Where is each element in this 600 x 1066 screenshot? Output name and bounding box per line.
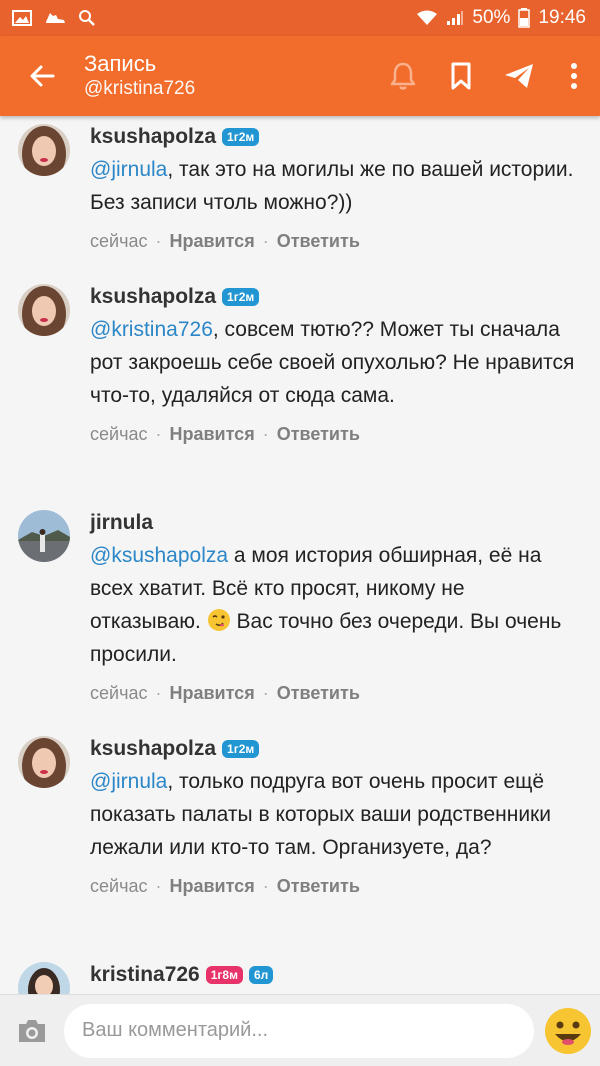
back-button[interactable] xyxy=(0,36,84,116)
comment-input[interactable] xyxy=(64,1003,534,1058)
mention-link[interactable]: @jirnula xyxy=(90,158,167,181)
app-bar: Запись @kristina726 xyxy=(0,36,600,116)
clock: 19:46 xyxy=(538,7,586,28)
more-vert-icon xyxy=(571,63,577,89)
comment-author[interactable]: ksushapolza xyxy=(90,285,216,309)
comment-text: @jirnula, так это на могилы же по вашей … xyxy=(90,158,574,214)
battery-icon xyxy=(518,8,531,28)
status-bar: 50% 19:46 xyxy=(0,0,600,36)
avatar[interactable] xyxy=(18,124,70,176)
mention-link[interactable]: @ksushapolza xyxy=(90,544,228,567)
image-icon xyxy=(12,10,32,26)
comment-time: сейчас xyxy=(90,683,148,703)
bookmark-icon xyxy=(451,62,471,90)
header-titles: Запись @kristina726 xyxy=(84,51,374,101)
bell-icon xyxy=(390,62,416,90)
arrow-left-icon xyxy=(30,65,55,87)
comment-text: @ksushapolza а моя история обширная, её … xyxy=(90,544,562,666)
page-subtitle: @kristina726 xyxy=(84,78,196,99)
attach-photo-button[interactable] xyxy=(0,995,64,1066)
signal-icon xyxy=(447,11,464,25)
reply-button[interactable]: Ответить xyxy=(277,231,360,252)
notifications-button[interactable] xyxy=(374,36,432,116)
comment-author[interactable]: kristina726 xyxy=(90,963,200,987)
age-badge: 1г2м xyxy=(222,288,260,306)
avatar[interactable] xyxy=(18,736,70,788)
wink-emoji-icon xyxy=(207,609,230,631)
age-badge: 1г8м xyxy=(205,966,243,984)
more-menu-button[interactable] xyxy=(548,36,600,116)
emoji-icon xyxy=(545,1007,591,1054)
camera-icon xyxy=(19,1019,45,1042)
comments-feed[interactable]: ksushapolza 1г2м @jirnula, так это на мо… xyxy=(0,116,600,994)
page-title: Запись xyxy=(84,51,157,76)
reply-button[interactable]: Ответить xyxy=(277,876,360,897)
emoji-button[interactable] xyxy=(542,1005,594,1057)
level-badge: 6л xyxy=(248,966,274,984)
like-button[interactable]: Нравится xyxy=(169,876,254,897)
age-badge: 1г2м xyxy=(222,128,260,146)
send-icon xyxy=(505,64,533,88)
comment-input-bar xyxy=(0,994,600,1066)
comment-text: @kristina726, совсем тютю?? Может ты сна… xyxy=(90,318,575,407)
avatar[interactable] xyxy=(18,510,70,562)
like-button[interactable]: Нравится xyxy=(169,231,254,252)
avatar[interactable] xyxy=(18,284,70,336)
battery-percent: 50% xyxy=(472,7,511,28)
comment-time: сейчас xyxy=(90,876,148,896)
bookmark-button[interactable] xyxy=(432,36,490,116)
share-button[interactable] xyxy=(490,36,548,116)
comment-author[interactable]: ksushapolza xyxy=(90,125,216,149)
search-icon xyxy=(79,10,95,26)
mention-link[interactable]: @jirnula xyxy=(90,770,167,793)
comment-time: сейчас xyxy=(90,424,148,444)
comment-text: @jirnula, только подруга вот очень проси… xyxy=(90,770,551,859)
age-badge: 1г2м xyxy=(222,740,260,758)
reply-button[interactable]: Ответить xyxy=(277,683,360,704)
comment-author[interactable]: ksushapolza xyxy=(90,737,216,761)
avatar[interactable] xyxy=(18,962,70,994)
comment-time: сейчас xyxy=(90,231,148,251)
shoe-icon xyxy=(46,13,65,23)
reply-button[interactable]: Ответить xyxy=(277,424,360,445)
wifi-icon xyxy=(417,10,438,25)
comment-author[interactable]: jirnula xyxy=(90,511,153,535)
like-button[interactable]: Нравится xyxy=(169,683,254,704)
mention-link[interactable]: @kristina726 xyxy=(90,318,213,341)
like-button[interactable]: Нравится xyxy=(169,424,254,445)
